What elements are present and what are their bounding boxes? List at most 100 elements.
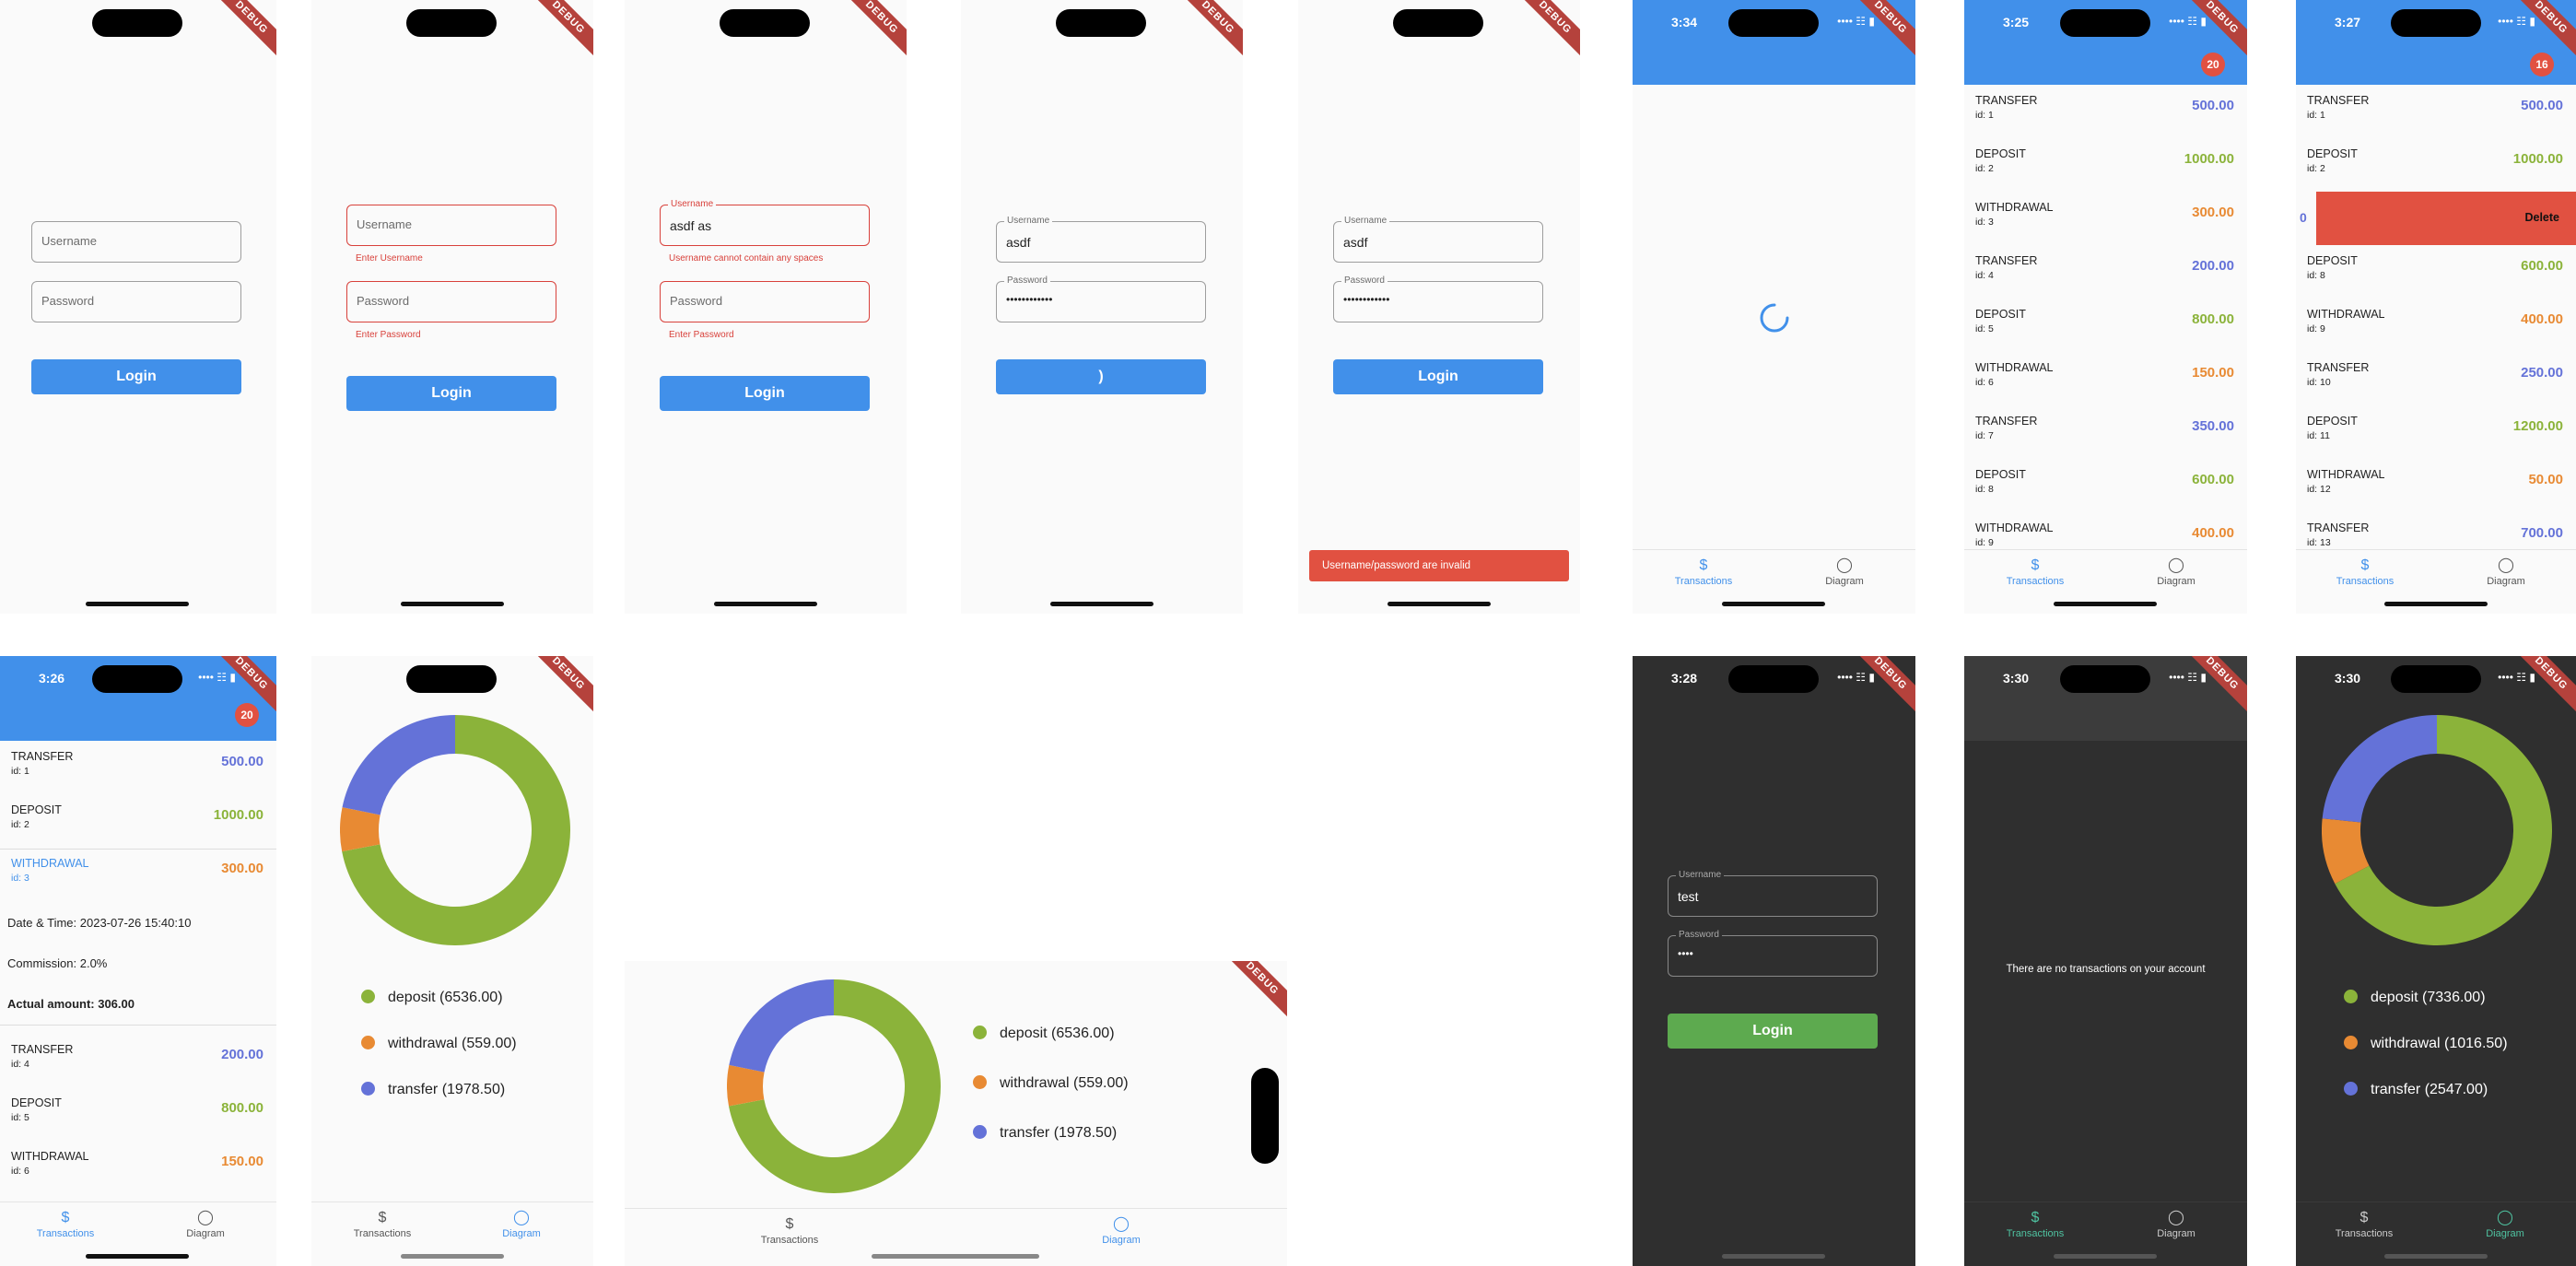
transaction-id: id: 13 bbox=[2307, 537, 2331, 548]
login-button-loading[interactable]: ) bbox=[996, 359, 1206, 394]
transaction-row[interactable]: DEPOSIT id: 5 800.00 bbox=[1964, 299, 2247, 352]
transaction-amount: 600.00 bbox=[2192, 472, 2234, 487]
transaction-row[interactable]: WITHDRAWAL id: 3 300.00 bbox=[0, 848, 276, 901]
transaction-row[interactable]: WITHDRAWAL id: 9 400.00 bbox=[2296, 299, 2576, 352]
legend-label: transfer (2547.00) bbox=[2371, 1082, 2488, 1097]
tab-diagram[interactable]: ◯ Diagram bbox=[1066, 1216, 1177, 1246]
notch bbox=[1393, 9, 1483, 37]
tab-diagram[interactable]: ◯ Diagram bbox=[2450, 1210, 2560, 1239]
tab-transactions[interactable]: $ Transactions bbox=[1980, 557, 2090, 587]
transaction-row[interactable]: WITHDRAWAL id: 9 400.00 bbox=[1964, 512, 2247, 549]
login-button[interactable]: Login bbox=[660, 376, 870, 411]
transaction-id: id: 2 bbox=[1975, 163, 1994, 174]
tab-transactions[interactable]: $ Transactions bbox=[2309, 1210, 2419, 1239]
transaction-row[interactable]: DEPOSIT id: 5 800.00 bbox=[0, 1087, 276, 1141]
transaction-row[interactable]: TRANSFERid: 7350.00 bbox=[1964, 405, 2247, 459]
legend-label: transfer (1978.50) bbox=[1000, 1125, 1118, 1141]
username-field[interactable]: Username test bbox=[1668, 869, 1878, 917]
home-indicator bbox=[86, 602, 189, 606]
transaction-type: DEPOSIT bbox=[1975, 147, 2026, 160]
transaction-id: id: 5 bbox=[11, 1112, 29, 1123]
legend-label: withdrawal (559.00) bbox=[388, 1036, 517, 1051]
tab-diagram[interactable]: ◯ Diagram bbox=[2451, 557, 2561, 587]
username-field[interactable]: Username asdf as bbox=[660, 198, 870, 246]
transaction-row[interactable]: TRANSFER id: 4 200.00 bbox=[0, 1034, 276, 1087]
notch bbox=[720, 9, 810, 37]
transaction-row[interactable]: TRANSFER id: 10 250.00 bbox=[2296, 352, 2576, 405]
login-button[interactable]: Login bbox=[1333, 359, 1543, 394]
diagram-icon: ◯ bbox=[2497, 1210, 2513, 1225]
tab-transactions[interactable]: $ Transactions bbox=[2310, 557, 2420, 587]
tab-transactions-label: Transactions bbox=[2335, 1228, 2394, 1239]
legend-dot bbox=[361, 990, 375, 1003]
legend-withdrawal: withdrawal (559.00) bbox=[973, 1075, 1129, 1092]
status-icons: •••• ☷ ▮ bbox=[2169, 15, 2207, 28]
password-field[interactable]: Password •••• bbox=[1668, 929, 1878, 977]
transaction-row[interactable]: DEPOSIT id: 2 1000.00 bbox=[2296, 138, 2576, 192]
transaction-amount: 1000.00 bbox=[213, 807, 263, 823]
username-field[interactable]: Username bbox=[31, 221, 241, 263]
password-field[interactable]: Password bbox=[346, 281, 556, 322]
tab-diagram[interactable]: ◯ Diagram bbox=[150, 1210, 261, 1239]
delete-action[interactable]: Delete bbox=[2316, 192, 2576, 245]
notch bbox=[92, 665, 182, 693]
transaction-row[interactable]: TRANSFER id: 1 500.00 bbox=[2296, 85, 2576, 138]
delete-label: Delete bbox=[2524, 211, 2559, 224]
transaction-id: id: 4 bbox=[11, 1059, 29, 1070]
password-field[interactable]: Password bbox=[660, 281, 870, 322]
transaction-row[interactable]: TRANSFER id: 1 500.00 bbox=[0, 741, 276, 794]
password-label: Password bbox=[1004, 275, 1050, 287]
transaction-amount: 800.00 bbox=[221, 1100, 263, 1116]
tab-diagram-label: Diagram bbox=[502, 1228, 541, 1239]
home-indicator bbox=[401, 1254, 504, 1259]
username-field[interactable]: Username asdf bbox=[996, 215, 1206, 263]
username-field[interactable]: Username bbox=[346, 205, 556, 246]
transaction-row[interactable]: TRANSFER id: 4 200.00 bbox=[1964, 245, 2247, 299]
tab-diagram[interactable]: ◯ Diagram bbox=[2121, 1210, 2231, 1239]
transaction-row[interactable]: WITHDRAWAL id: 3 300.00 bbox=[1964, 192, 2247, 245]
home-indicator bbox=[872, 1254, 1039, 1259]
transaction-row[interactable]: WITHDRAWAL id: 6 150.00 bbox=[1964, 352, 2247, 405]
tab-transactions[interactable]: $ Transactions bbox=[734, 1216, 845, 1246]
username-field[interactable]: Username asdf bbox=[1333, 215, 1543, 263]
transaction-amount: 200.00 bbox=[2192, 258, 2234, 274]
tab-diagram[interactable]: ◯ Diagram bbox=[466, 1210, 577, 1239]
tab-transactions[interactable]: $ Transactions bbox=[10, 1210, 121, 1239]
tab-transactions-label: Transactions bbox=[36, 1228, 95, 1239]
transaction-row[interactable]: DEPOSIT id: 8 600.00 bbox=[1964, 459, 2247, 512]
home-indicator bbox=[1050, 602, 1153, 606]
transaction-row[interactable]: TRANSFER id: 1 500.00 bbox=[1964, 85, 2247, 138]
password-field[interactable]: Password bbox=[31, 281, 241, 322]
login-button[interactable]: Login bbox=[1668, 1014, 1878, 1049]
tab-diagram[interactable]: ◯ Diagram bbox=[2121, 557, 2231, 587]
legend-transfer: transfer (1978.50) bbox=[361, 1082, 505, 1098]
transaction-row[interactable]: WITHDRAWAL id: 6 150.00 bbox=[0, 1141, 276, 1194]
transaction-row[interactable]: TRANSFER id: 13 700.00 bbox=[2296, 512, 2576, 549]
tab-diagram[interactable]: ◯ Diagram bbox=[1789, 557, 1900, 587]
count-badge: 20 bbox=[235, 703, 259, 727]
password-field[interactable]: Password •••••••••••• bbox=[996, 275, 1206, 322]
tab-transactions[interactable]: $ Transactions bbox=[1648, 557, 1759, 587]
login-button[interactable]: Login bbox=[346, 376, 556, 411]
transaction-row[interactable]: WITHDRAWAL id: 12 50.00 bbox=[2296, 459, 2576, 512]
legend-dot bbox=[973, 1075, 987, 1089]
transaction-row[interactable]: DEPOSIT id: 11 1200.00 bbox=[2296, 405, 2576, 459]
transaction-row[interactable]: DEPOSIT id: 2 1000.00 bbox=[0, 794, 276, 848]
username-label: Username bbox=[668, 198, 717, 211]
screen-dark-empty: 3:30 •••• ☷ ▮ DEBUG There are no transact… bbox=[1964, 656, 2247, 1266]
tab-transactions[interactable]: $ Transactions bbox=[327, 1210, 438, 1239]
transaction-row[interactable]: DEPOSIT id: 2 1000.00 bbox=[1964, 138, 2247, 192]
transaction-row[interactable]: DEPOSIT id: 8 600.00 bbox=[2296, 245, 2576, 299]
status-icons: •••• ☷ ▮ bbox=[198, 671, 236, 684]
dollar-icon: $ bbox=[61, 1210, 70, 1225]
swipe-delete-row[interactable]: 0 Delete bbox=[2296, 192, 2576, 245]
tab-diagram-label: Diagram bbox=[2157, 576, 2195, 587]
password-field[interactable]: Password •••••••••••• bbox=[1333, 275, 1543, 322]
transaction-id: id: 2 bbox=[2307, 163, 2325, 174]
legend-dot bbox=[2344, 1036, 2358, 1049]
status-icons: •••• ☷ ▮ bbox=[2498, 15, 2535, 28]
transaction-row[interactable]: TRANSFERid: 7350.00 bbox=[0, 1194, 276, 1202]
legend-label: deposit (7336.00) bbox=[2371, 990, 2486, 1005]
login-button[interactable]: Login bbox=[31, 359, 241, 394]
tab-transactions[interactable]: $ Transactions bbox=[1980, 1210, 2090, 1239]
